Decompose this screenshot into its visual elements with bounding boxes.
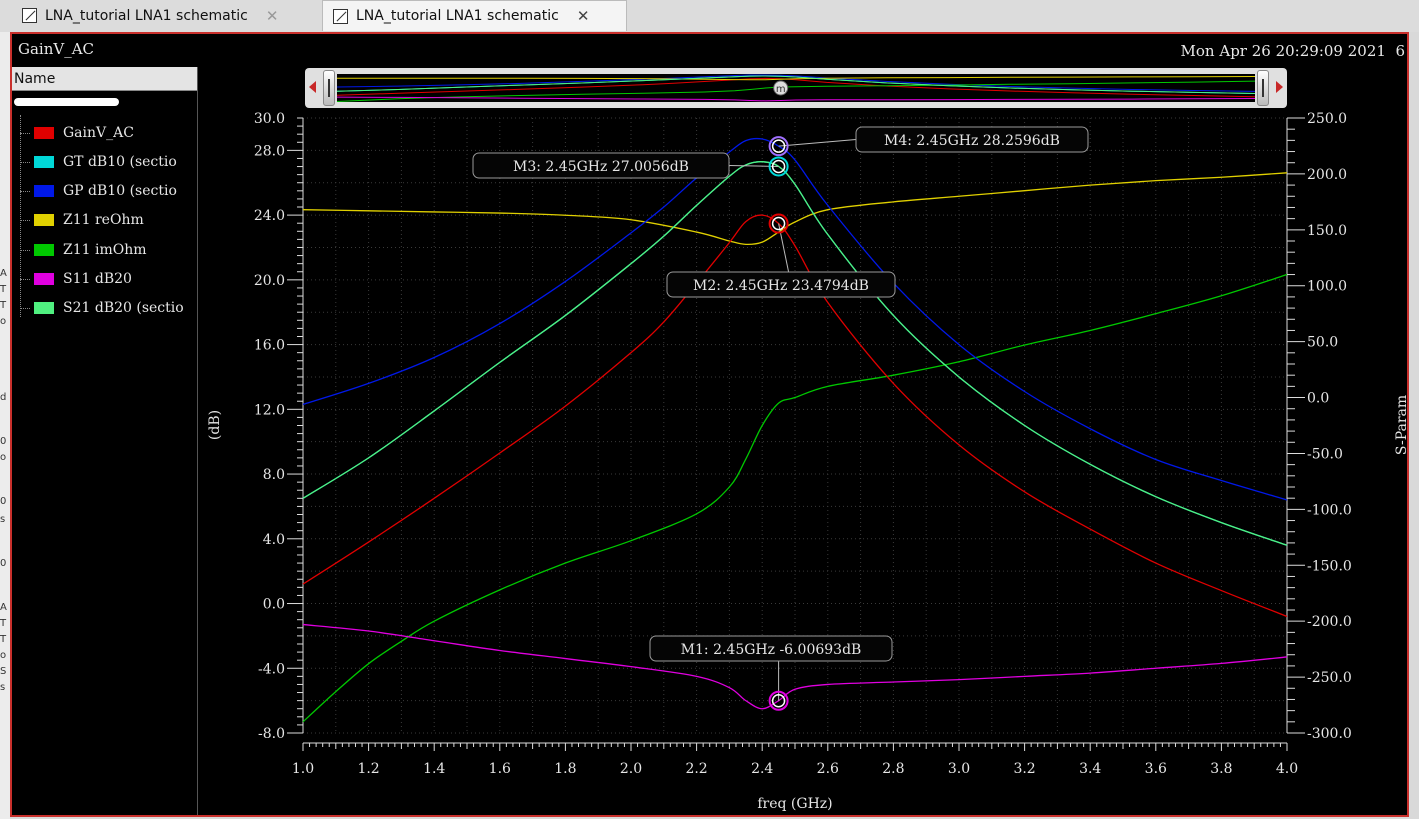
x-tick-label: 3.2 xyxy=(1013,761,1035,777)
y-tick-label-right: -100.0 xyxy=(1307,502,1352,518)
x-tick-label: 4.0 xyxy=(1276,761,1298,777)
y-tick-label-right: -150.0 xyxy=(1307,558,1352,574)
y-tick-label-right: -200.0 xyxy=(1307,614,1352,630)
x-tick-label: 1.6 xyxy=(489,761,511,777)
x-axis-label: freq (GHz) xyxy=(757,796,832,812)
x-tick-label: 2.2 xyxy=(685,761,707,777)
marker-callout-label: M2: 2.45GHz 23.4794dB xyxy=(693,278,869,294)
y-tick-label-right: 0.0 xyxy=(1307,391,1329,407)
x-tick-label: 2.0 xyxy=(620,761,642,777)
y-tick-label-right: -300.0 xyxy=(1307,726,1352,742)
y-tick-label-left: -8.0 xyxy=(258,726,285,742)
y-tick-label-left: 30.0 xyxy=(254,111,285,127)
marker-leader xyxy=(728,165,779,167)
y-tick-label-left: 20.0 xyxy=(254,273,285,289)
x-tick-label: 2.6 xyxy=(817,761,839,777)
y-axis-label-left: (dB) xyxy=(207,410,223,440)
y-tick-label-right: -50.0 xyxy=(1307,446,1343,462)
marker-callout-label: M1: 2.45GHz -6.00693dB xyxy=(681,642,862,658)
x-tick-label: 3.0 xyxy=(948,761,970,777)
y-tick-label-right: 150.0 xyxy=(1307,223,1347,239)
y-tick-label-left: 12.0 xyxy=(254,402,285,418)
y-tick-label-left: -4.0 xyxy=(258,661,285,677)
series-line-gp-db10-sectio xyxy=(302,137,1288,501)
x-tick-label: 3.4 xyxy=(1079,761,1101,777)
y-tick-label-right: 50.0 xyxy=(1307,335,1338,351)
x-tick-label: 1.8 xyxy=(554,761,576,777)
x-tick-label: 3.6 xyxy=(1145,761,1167,777)
x-tick-label: 3.8 xyxy=(1210,761,1232,777)
y-tick-label-left: 16.0 xyxy=(254,338,285,354)
x-tick-label: 1.0 xyxy=(292,761,314,777)
marker-callout-label: M3: 2.45GHz 27.0056dB xyxy=(513,159,689,175)
plot-area[interactable]: 1.0 1.2 1.4 1.6 1.8 2.0 2.2 2.4 2.6 2.8 3.0 3.2 3.4 3… xyxy=(0,0,1419,819)
y-tick-label-left: 28.0 xyxy=(254,143,285,159)
y-tick-label-right: 250.0 xyxy=(1307,111,1347,127)
x-tick-label: 2.8 xyxy=(882,761,904,777)
marker-callout-label: M4: 2.45GHz 28.2596dB xyxy=(884,133,1060,149)
y-tick-label-right: -250.0 xyxy=(1307,670,1352,686)
y-tick-label-left: 8.0 xyxy=(263,467,285,483)
y-tick-label-left: 0.0 xyxy=(263,597,285,613)
y-tick-label-right: 200.0 xyxy=(1307,167,1347,183)
y-tick-label-left: 24.0 xyxy=(254,208,285,224)
y-axis-label-right: S-Param xyxy=(1394,395,1410,455)
y-tick-label-right: 100.0 xyxy=(1307,279,1347,295)
x-tick-label: 2.4 xyxy=(751,761,773,777)
x-tick-label: 1.2 xyxy=(357,761,379,777)
x-tick-label: 1.4 xyxy=(423,761,445,777)
y-tick-label-left: 4.0 xyxy=(263,532,285,548)
marker-leader xyxy=(778,139,857,147)
